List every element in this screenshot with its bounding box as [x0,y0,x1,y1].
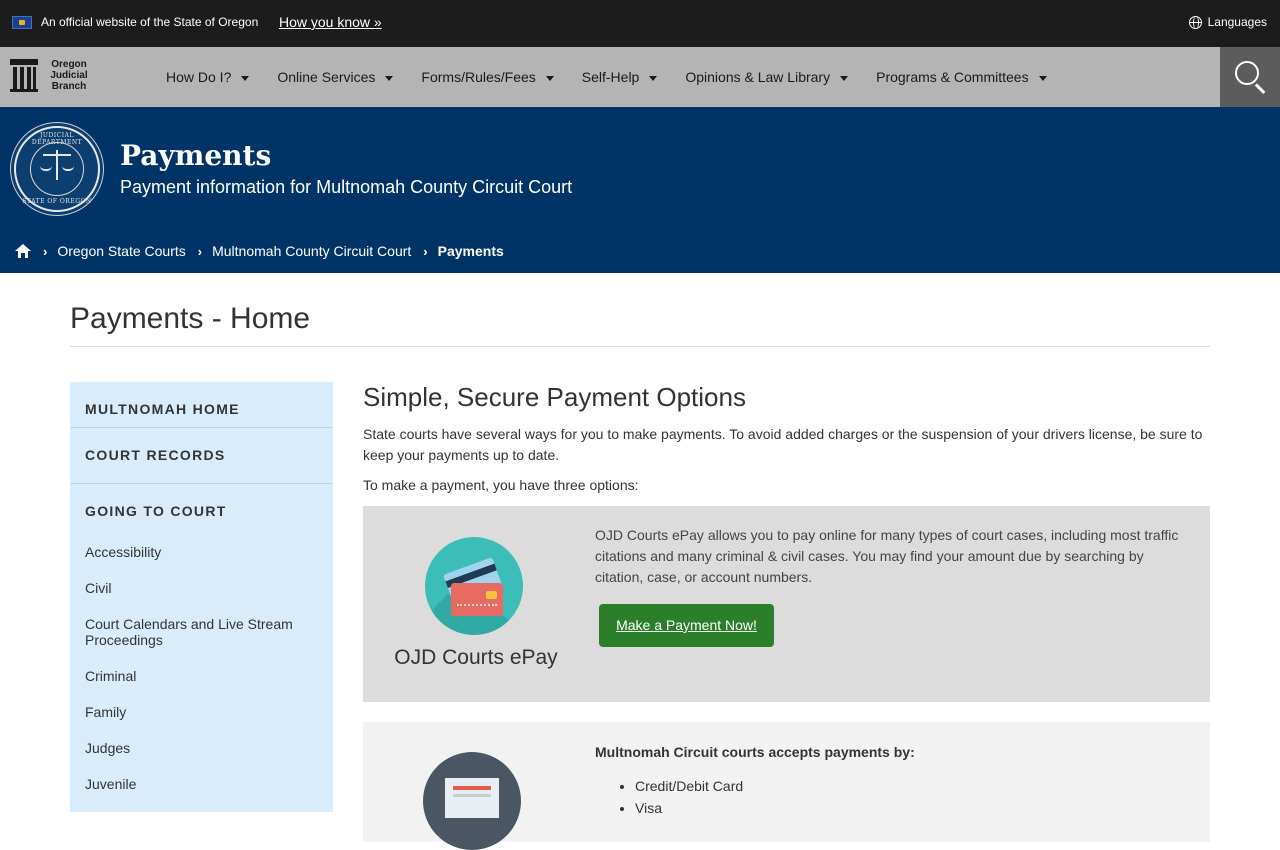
caret-down-icon [1038,75,1047,81]
nav-label: Forms/Rules/Fees [421,69,536,85]
caret-down-icon [385,75,394,81]
sidebar-multnomah-home[interactable]: MULTNOMAH HOME [70,382,333,427]
official-text: An official website of the State of Oreg… [41,15,259,29]
make-payment-button[interactable]: Make a Payment Now! [599,604,774,647]
envelope-icon [423,752,521,850]
sidebar-item-court-calendars[interactable]: Court Calendars and Live Stream Proceedi… [70,616,333,648]
nav-forms-rules-fees[interactable]: Forms/Rules/Fees [421,69,554,85]
breadcrumb-oregon-state-courts[interactable]: Oregon State Courts [57,243,185,259]
globe-icon [1188,15,1202,29]
page-title: Payments - Home [70,302,311,335]
nav-menu: How Do I? Online Services Forms/Rules/Fe… [166,47,1075,107]
search-icon-handle [1255,83,1266,94]
chevron-right-icon: › [43,243,48,259]
sidebar-court-records[interactable]: COURT RECORDS [70,428,333,483]
sidebar-going-to-court[interactable]: GOING TO COURT [70,484,333,536]
accepts-heading: Multnomah Circuit courts accepts payment… [595,744,915,760]
nav-label: Opinions & Law Library [685,69,831,85]
seal-text-bottom: STATE OF OREGON [22,198,92,205]
sidebar-item-judges[interactable]: Judges [70,740,333,756]
list-item: Credit/Debit Card [635,775,743,797]
credit-card-icon [425,537,523,635]
nav-label: Programs & Committees [876,69,1029,85]
sidebar-item-accessibility[interactable]: Accessibility [70,544,333,560]
epay-card: OJD Courts ePay OJD Courts ePay allows y… [363,506,1210,702]
sidebar-item-family[interactable]: Family [70,704,333,720]
languages-button[interactable]: Languages [1188,15,1267,29]
list-item: Visa [635,797,743,819]
logo-text: Oregon Judicial Branch [50,59,88,92]
breadcrumb-current: Payments [437,243,504,259]
home-icon[interactable] [15,244,31,258]
oregon-flag-icon [12,16,32,29]
sidebar-item-civil[interactable]: Civil [70,580,333,596]
chevron-right-icon: › [197,243,203,259]
nav-self-help[interactable]: Self-Help [582,69,658,85]
options-text: To make a payment, you have three option… [363,477,639,493]
nav-how-do-i[interactable]: How Do I? [166,69,250,85]
hero-subtitle: Payment information for Multnomah County… [120,177,573,197]
caret-down-icon [649,75,658,81]
section-title: Simple, Secure Payment Options [363,382,746,412]
sidebar-item-juvenile[interactable]: Juvenile [70,776,333,792]
official-banner: An official website of the State of Oreg… [0,0,1280,47]
intro-paragraph: State courts have several ways for you t… [363,426,1203,463]
caret-down-icon [241,75,250,81]
sidebar: MULTNOMAH HOME COURT RECORDS GOING TO CO… [70,382,333,812]
nav-label: Self-Help [581,69,640,85]
search-button[interactable] [1220,47,1280,107]
accepted-methods-list: Credit/Debit Card Visa [635,775,743,819]
sidebar-item-criminal[interactable]: Criminal [70,668,333,684]
epay-description: OJD Courts ePay allows you to pay online… [595,527,1179,585]
nav-programs-committees[interactable]: Programs & Committees [876,69,1047,85]
caret-down-icon [545,75,554,81]
accepted-payments-card: Multnomah Circuit courts accepts payment… [363,722,1210,850]
nav-opinions-law-library[interactable]: Opinions & Law Library [685,69,849,85]
epay-label: OJD Courts ePay [394,646,558,669]
caret-down-icon [840,75,849,81]
search-icon [1235,61,1259,85]
how-you-know-link[interactable]: How you know » [279,14,382,30]
nav-label: Online Services [277,69,376,85]
nav-label: How Do I? [166,69,232,85]
hero-title: Payments [120,139,272,172]
judicial-department-seal: JUDICIAL DEPARTMENT STATE OF OREGON [14,126,100,212]
chevron-right-icon: › [423,243,428,259]
breadcrumb-multnomah-circuit-court[interactable]: Multnomah County Circuit Court [212,243,411,259]
main-nav-bar: Oregon Judicial Branch How Do I? Online … [0,47,1280,107]
ojd-logo[interactable]: Oregon Judicial Branch [10,59,92,92]
languages-label: Languages [1207,15,1267,29]
courthouse-pillar-icon [10,59,38,92]
nav-online-services[interactable]: Online Services [277,69,394,85]
page-header: JUDICIAL DEPARTMENT STATE OF OREGON Paym… [0,107,1280,273]
title-divider [70,346,1210,347]
breadcrumb: › Oregon State Courts › Multnomah County… [15,243,504,259]
